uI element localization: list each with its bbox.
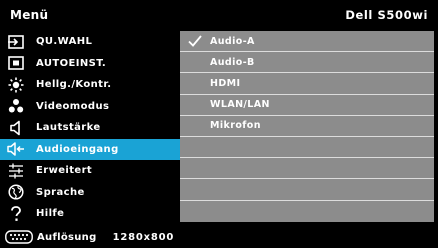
question-icon xyxy=(7,205,25,223)
projector-osd: Menü Dell S500wi QU.WAHL AUTOEINST. Hell… xyxy=(0,0,438,248)
empty-row xyxy=(180,179,434,201)
option-label: WLAN/LAN xyxy=(210,99,270,111)
menu-label: Lautstärke xyxy=(36,122,101,134)
menu-item-videomodus[interactable]: Videomodus xyxy=(0,96,180,118)
option-label: Mikrofon xyxy=(210,120,261,132)
video-mode-icon xyxy=(7,97,25,115)
option-wlan-lan[interactable]: WLAN/LAN xyxy=(180,95,434,116)
sliders-icon xyxy=(7,162,25,180)
menu-item-lautstaerke[interactable]: Lautstärke xyxy=(0,117,180,139)
menu-label: Hellg./Kontr. xyxy=(36,79,112,91)
menu-label: Sprache xyxy=(36,186,85,198)
option-label: HDMI xyxy=(210,77,241,89)
menu-item-hilfe[interactable]: Hilfe xyxy=(0,203,180,225)
resolution-value: 1280x800 xyxy=(112,231,175,243)
menu-label: Videomodus xyxy=(36,100,110,112)
resolution-icon xyxy=(5,230,33,244)
audio-input-panel: Audio-A Audio-B HDMI WLAN/LAN Mikrofon xyxy=(180,31,434,222)
checkmark-icon xyxy=(187,33,203,49)
option-audio-b[interactable]: Audio-B xyxy=(180,52,434,74)
option-label: Audio-B xyxy=(210,56,255,68)
projector-model: Dell S500wi xyxy=(345,8,428,22)
option-mikrofon[interactable]: Mikrofon xyxy=(180,116,434,137)
empty-row xyxy=(180,158,434,180)
menu-label: AUTOEINST. xyxy=(36,57,107,69)
menu-label: QU.WAHL xyxy=(36,36,93,48)
option-label: Audio-A xyxy=(210,35,255,47)
brightness-icon xyxy=(7,76,25,94)
menu-label: Audioeingang xyxy=(36,143,119,155)
speaker-icon xyxy=(7,119,25,137)
empty-row xyxy=(180,201,434,222)
globe-icon xyxy=(7,183,25,201)
menu-item-sprache[interactable]: Sprache xyxy=(0,182,180,204)
auto-adjust-icon xyxy=(7,54,25,72)
menu-label: Hilfe xyxy=(36,208,65,220)
menu-item-qu-wahl[interactable]: QU.WAHL xyxy=(0,31,180,53)
empty-row xyxy=(180,137,434,159)
title-bar: Menü Dell S500wi xyxy=(0,0,438,30)
option-hdmi[interactable]: HDMI xyxy=(180,73,434,95)
input-source-icon xyxy=(7,33,25,51)
status-label: Auflösung xyxy=(37,231,97,243)
menu-item-audioeingang[interactable]: Audioeingang xyxy=(0,138,180,160)
menu-title: Menü xyxy=(10,8,49,22)
menu-item-brightness[interactable]: Hellg./Kontr. xyxy=(0,74,180,96)
audio-input-icon xyxy=(7,140,25,158)
main-menu: QU.WAHL AUTOEINST. Hellg./Kontr. Videomo… xyxy=(0,31,180,225)
option-audio-a[interactable]: Audio-A xyxy=(180,31,434,53)
menu-label: Erweitert xyxy=(36,165,93,177)
menu-item-erweitert[interactable]: Erweitert xyxy=(0,160,180,182)
menu-item-autoeinst[interactable]: AUTOEINST. xyxy=(0,53,180,75)
status-bar: Auflösung 1280x800 xyxy=(0,226,438,248)
